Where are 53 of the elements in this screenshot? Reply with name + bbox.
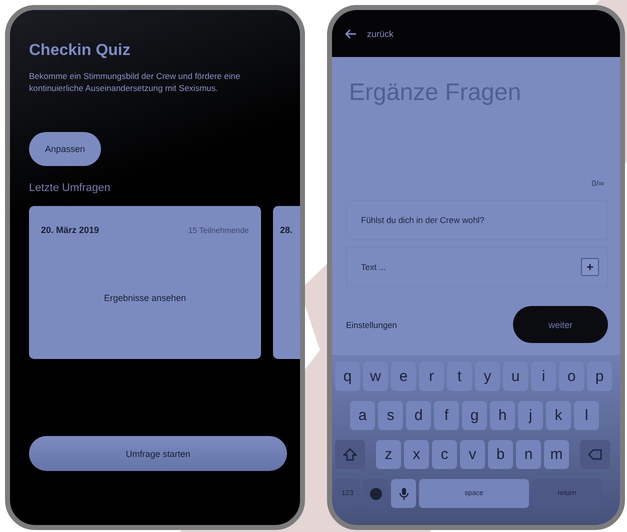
- survey-date: 28.: [280, 225, 293, 235]
- add-button[interactable]: +: [581, 258, 599, 276]
- shift-icon: [343, 448, 357, 462]
- customize-button[interactable]: Anpassen: [29, 132, 102, 166]
- section-title: Letzte Umfragen: [29, 182, 112, 194]
- key[interactable]: t: [447, 362, 472, 391]
- key[interactable]: v: [460, 440, 485, 469]
- survey-card[interactable]: 28.: [273, 206, 300, 359]
- key[interactable]: b: [488, 440, 513, 469]
- key[interactable]: g: [462, 401, 487, 430]
- shift-key[interactable]: [335, 440, 365, 469]
- key[interactable]: c: [432, 440, 457, 469]
- key[interactable]: z: [376, 440, 401, 469]
- participant-count: 15 Teilnehmende: [188, 226, 249, 234]
- key[interactable]: i: [531, 362, 556, 391]
- settings-link[interactable]: Einstellungen: [346, 320, 398, 330]
- key[interactable]: n: [516, 440, 541, 469]
- question-counter: 0/∞: [592, 179, 604, 188]
- mic-key[interactable]: [391, 479, 416, 508]
- survey-date: 20. März 2019: [41, 225, 100, 235]
- key[interactable]: f: [434, 401, 459, 430]
- backspace-icon: [588, 448, 602, 462]
- key[interactable]: x: [404, 440, 429, 469]
- screen-title: Checkin Quiz: [29, 42, 132, 60]
- key[interactable]: q: [335, 362, 360, 391]
- key[interactable]: y: [475, 362, 500, 391]
- key[interactable]: u: [503, 362, 528, 391]
- description: Bekomme ein Stimmungsbild der Crew und fördere eine kontinuierliche Auseinandersetzung mit Sexismus.: [29, 70, 242, 94]
- emoji-key[interactable]: [363, 479, 388, 508]
- survey-card[interactable]: 20. März 2019 15 Teilnehmende Ergebnisse ansehen: [29, 206, 261, 359]
- key[interactable]: h: [490, 401, 515, 430]
- question-item[interactable]: Fühlst du dich in der Crew wohl?: [346, 200, 608, 240]
- backspace-key[interactable]: [580, 440, 610, 469]
- key[interactable]: s: [378, 401, 403, 430]
- key[interactable]: k: [546, 401, 571, 430]
- microphone-icon: [396, 486, 410, 500]
- key[interactable]: p: [587, 362, 612, 391]
- key[interactable]: r: [419, 362, 444, 391]
- key[interactable]: w: [363, 362, 388, 391]
- key[interactable]: d: [406, 401, 431, 430]
- results-link[interactable]: Ergebnisse ansehen: [104, 293, 186, 303]
- emoji-icon: [368, 486, 382, 500]
- key[interactable]: m: [544, 440, 569, 469]
- start-survey-button[interactable]: Umfrage starten: [29, 436, 287, 471]
- key[interactable]: l: [574, 401, 599, 430]
- key[interactable]: a: [350, 401, 375, 430]
- key[interactable]: o: [559, 362, 584, 391]
- back-arrow-icon[interactable]: [345, 28, 357, 38]
- key[interactable]: j: [518, 401, 543, 430]
- back-link[interactable]: zurück: [367, 28, 394, 38]
- key[interactable]: e: [391, 362, 416, 391]
- next-button[interactable]: weiter: [513, 306, 608, 343]
- question-input-field[interactable]: Text ... +: [346, 247, 608, 287]
